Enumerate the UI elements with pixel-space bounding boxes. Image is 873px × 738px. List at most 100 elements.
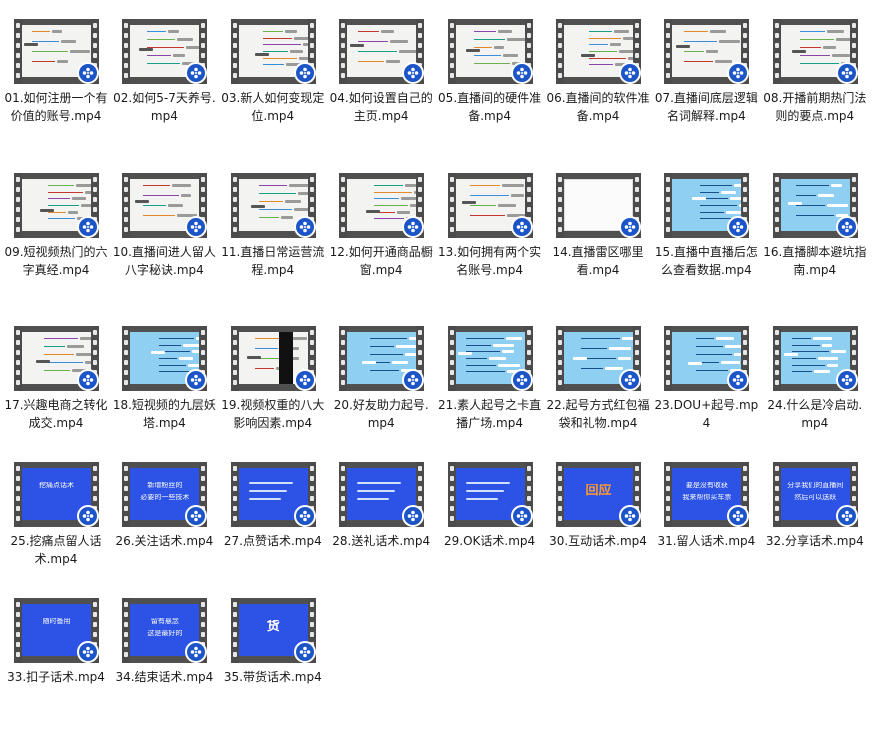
file-name[interactable]: 22.起号方式红包福袋和礼物.mp4 (545, 396, 651, 432)
file-name[interactable]: 12.如何开通商品橱窗.mp4 (328, 243, 434, 279)
file-name[interactable]: 19.视频权重的八大影响因素.mp4 (220, 396, 326, 432)
file-item[interactable]: 回应 30.互动话术.mp4 (545, 462, 651, 602)
file-name[interactable]: 23.DOU+起号.mp4 (653, 396, 759, 432)
file-item[interactable]: 12.如何开通商品橱窗.mp4 (328, 173, 434, 313)
file-name[interactable]: 09.短视频热门的六字真经.mp4 (3, 243, 109, 279)
file-name[interactable]: 31.留人话术.mp4 (653, 532, 759, 550)
video-thumbnail[interactable] (339, 173, 425, 238)
file-item[interactable]: 08.开播前期热门法则的要点.mp4 (762, 19, 868, 159)
file-name[interactable]: 17.兴趣电商之转化成交.mp4 (3, 396, 109, 432)
file-item[interactable]: 20.好友助力起号.mp4 (328, 326, 434, 466)
video-thumbnail[interactable] (122, 19, 208, 84)
file-name[interactable]: 05.直播间的硬件准备.mp4 (437, 89, 543, 125)
video-thumbnail[interactable]: 挖痛点话术 (14, 462, 99, 527)
video-thumbnail[interactable] (339, 462, 425, 527)
file-item[interactable]: 随时备用 33.扣子话术.mp4 (3, 598, 109, 738)
video-thumbnail[interactable]: 回应 (556, 462, 641, 527)
file-name[interactable]: 30.互动话术.mp4 (545, 532, 651, 550)
file-name[interactable]: 28.送礼话术.mp4 (328, 532, 434, 550)
file-item[interactable]: 分享我们的直播间 然后可以送跃 32.分享话术.mp4 (762, 462, 868, 602)
file-item[interactable]: 22.起号方式红包福袋和礼物.mp4 (545, 326, 651, 466)
video-thumbnail[interactable] (772, 173, 858, 238)
video-thumbnail[interactable] (556, 326, 641, 391)
file-item[interactable]: 19.视频权重的八大影响因素.mp4 (220, 326, 326, 466)
file-item[interactable]: 02.如何5-7天养号.mp4 (111, 19, 217, 159)
file-item[interactable]: 28.送礼话术.mp4 (328, 462, 434, 602)
file-item[interactable]: 14.直播雷区哪里看.mp4 (545, 173, 651, 313)
file-name[interactable]: 01.如何注册一个有价值的账号.mp4 (3, 89, 109, 125)
file-item[interactable]: 15.直播中直播后怎么查看数据.mp4 (653, 173, 759, 313)
video-thumbnail[interactable] (664, 326, 750, 391)
file-name[interactable]: 02.如何5-7天养号.mp4 (111, 89, 217, 125)
video-thumbnail[interactable] (447, 173, 533, 238)
video-thumbnail[interactable]: 新增粉丝的 必要的一些技术 (122, 462, 208, 527)
video-thumbnail[interactable]: 要是没有收获 我来帮你买车票 (664, 462, 750, 527)
file-item[interactable]: 09.短视频热门的六字真经.mp4 (3, 173, 109, 313)
file-name[interactable]: 15.直播中直播后怎么查看数据.mp4 (653, 243, 759, 279)
file-item[interactable]: 01.如何注册一个有价值的账号.mp4 (3, 19, 109, 159)
video-thumbnail[interactable] (122, 173, 208, 238)
video-thumbnail[interactable] (14, 19, 99, 84)
file-name[interactable]: 34.结束话术.mp4 (111, 668, 217, 686)
file-name[interactable]: 07.直播间底层逻辑名词解释.mp4 (653, 89, 759, 125)
file-item[interactable]: 新增粉丝的 必要的一些技术 26.关注话术.mp4 (111, 462, 217, 602)
file-item[interactable]: 17.兴趣电商之转化成交.mp4 (3, 326, 109, 466)
file-item[interactable]: 21.素人起号之卡直播广场.mp4 (437, 326, 543, 466)
video-thumbnail[interactable] (230, 19, 316, 84)
file-name[interactable]: 25.挖痛点留人话术.mp4 (3, 532, 109, 568)
file-name[interactable]: 24.什么是冷启动.mp4 (762, 396, 868, 432)
video-thumbnail[interactable] (664, 173, 750, 238)
file-name[interactable]: 20.好友助力起号.mp4 (328, 396, 434, 432)
video-thumbnail[interactable]: 随时备用 (14, 598, 99, 663)
video-thumbnail[interactable] (339, 326, 425, 391)
file-item[interactable]: 04.如何设置自己的主页.mp4 (328, 19, 434, 159)
file-item[interactable]: 23.DOU+起号.mp4 (653, 326, 759, 466)
video-thumbnail[interactable] (556, 173, 641, 238)
file-name[interactable]: 13.如何拥有两个实名账号.mp4 (437, 243, 543, 279)
file-item[interactable]: 05.直播间的硬件准备.mp4 (437, 19, 543, 159)
video-thumbnail[interactable] (230, 173, 316, 238)
video-thumbnail[interactable] (447, 326, 533, 391)
file-name[interactable]: 08.开播前期热门法则的要点.mp4 (762, 89, 868, 125)
video-thumbnail[interactable] (122, 326, 208, 391)
file-name[interactable]: 27.点赞话术.mp4 (220, 532, 326, 550)
file-name[interactable]: 26.关注话术.mp4 (111, 532, 217, 550)
file-item[interactable]: 11.直播日常运营流程.mp4 (220, 173, 326, 313)
file-item[interactable]: 27.点赞话术.mp4 (220, 462, 326, 602)
file-name[interactable]: 29.OK话术.mp4 (437, 532, 543, 550)
video-thumbnail[interactable] (664, 19, 750, 84)
file-item[interactable]: 07.直播间底层逻辑名词解释.mp4 (653, 19, 759, 159)
file-name[interactable]: 06.直播间的软件准备.mp4 (545, 89, 651, 125)
file-name[interactable]: 21.素人起号之卡直播广场.mp4 (437, 396, 543, 432)
video-thumbnail[interactable] (14, 173, 99, 238)
video-thumbnail[interactable]: 分享我们的直播间 然后可以送跃 (772, 462, 858, 527)
file-item[interactable]: 挖痛点话术 25.挖痛点留人话术.mp4 (3, 462, 109, 602)
video-thumbnail[interactable]: 留有悬念 这是最好的 (122, 598, 208, 663)
file-name[interactable]: 33.扣子话术.mp4 (3, 668, 109, 686)
file-item[interactable]: 13.如何拥有两个实名账号.mp4 (437, 173, 543, 313)
file-name[interactable]: 18.短视频的九层妖塔.mp4 (111, 396, 217, 432)
file-name[interactable]: 04.如何设置自己的主页.mp4 (328, 89, 434, 125)
file-name[interactable]: 35.带货话术.mp4 (220, 668, 326, 686)
video-thumbnail[interactable] (339, 19, 425, 84)
file-item[interactable]: 货 35.带货话术.mp4 (220, 598, 326, 738)
file-name[interactable]: 10.直播间进人留人八字秘诀.mp4 (111, 243, 217, 279)
video-thumbnail[interactable] (447, 462, 533, 527)
video-thumbnail[interactable] (14, 326, 99, 391)
video-thumbnail[interactable] (772, 19, 858, 84)
file-item[interactable]: 06.直播间的软件准备.mp4 (545, 19, 651, 159)
file-item[interactable]: 16.直播脚本避坑指南.mp4 (762, 173, 868, 313)
file-item[interactable]: 03.新人如何变现定位.mp4 (220, 19, 326, 159)
file-item[interactable]: 29.OK话术.mp4 (437, 462, 543, 602)
file-name[interactable]: 14.直播雷区哪里看.mp4 (545, 243, 651, 279)
video-thumbnail[interactable] (772, 326, 858, 391)
video-thumbnail[interactable] (556, 19, 641, 84)
file-name[interactable]: 16.直播脚本避坑指南.mp4 (762, 243, 868, 279)
file-name[interactable]: 03.新人如何变现定位.mp4 (220, 89, 326, 125)
video-thumbnail[interactable]: 货 (230, 598, 316, 663)
file-item[interactable]: 18.短视频的九层妖塔.mp4 (111, 326, 217, 466)
file-name[interactable]: 11.直播日常运营流程.mp4 (220, 243, 326, 279)
file-item[interactable]: 留有悬念 这是最好的 34.结束话术.mp4 (111, 598, 217, 738)
file-name[interactable]: 32.分享话术.mp4 (762, 532, 868, 550)
file-item[interactable]: 要是没有收获 我来帮你买车票 31.留人话术.mp4 (653, 462, 759, 602)
